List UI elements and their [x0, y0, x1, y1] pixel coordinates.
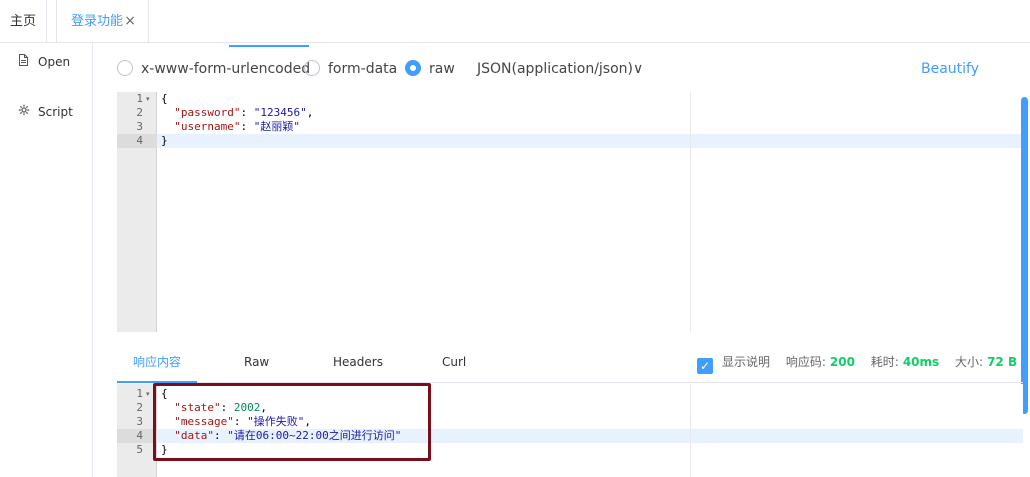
time-value: 40ms	[902, 355, 940, 369]
line-number: 1	[136, 92, 143, 105]
line-number: 5	[136, 443, 143, 456]
radio-circle[interactable]	[304, 60, 320, 76]
status-code-value: 200	[829, 355, 855, 369]
sidebar-item-script[interactable]: Script	[18, 102, 73, 122]
tab-login[interactable]: 登录功能 ×	[56, 0, 149, 44]
tab-curl[interactable]: Curl	[442, 342, 466, 383]
line-number: 4	[136, 134, 143, 147]
request-body-editor[interactable]: 1 ▾ 2 3 4 { "password": "123456", "usern…	[117, 92, 1023, 332]
status-code-label: 响应码:	[785, 355, 826, 369]
body-tab-indicator	[229, 45, 309, 47]
radio-raw[interactable]: raw	[405, 58, 455, 80]
close-icon[interactable]: ×	[124, 0, 136, 43]
sidebar-item-open[interactable]: Open	[18, 52, 70, 72]
code-line: {	[161, 92, 168, 105]
show-desc-checkbox[interactable]: ✓	[697, 358, 713, 374]
line-number: 4	[136, 429, 143, 442]
active-line-highlight	[157, 134, 1023, 148]
tab-login-label: 登录功能	[71, 14, 124, 29]
show-desc-label: 显示说明	[722, 355, 771, 369]
beautify-button[interactable]: Beautify	[921, 58, 979, 80]
radio-label: raw	[429, 61, 455, 77]
radio-circle-checked[interactable]	[405, 60, 421, 76]
content-type-select[interactable]: JSON(application/json)∨	[477, 58, 643, 80]
file-icon	[18, 52, 32, 72]
line-number: 2	[136, 106, 143, 119]
line-number: 1	[136, 387, 143, 400]
print-margin	[690, 92, 691, 332]
tab-response-content[interactable]: 响应内容	[133, 342, 181, 383]
line-number: 3	[136, 120, 143, 133]
radio-circle[interactable]	[117, 60, 133, 76]
size-value: 72 B	[987, 355, 1018, 369]
sidebar: Open Script	[0, 43, 93, 477]
time-label: 耗时:	[870, 355, 899, 369]
response-meta: ✓ 显示说明 响应码: 200 耗时: 40ms 大小: 72 B	[697, 342, 1017, 383]
tab-headers[interactable]: Headers	[333, 342, 383, 383]
response-tabs: 响应内容 Raw Headers Curl ✓ 显示说明 响应码: 200 耗时: 4…	[117, 342, 1023, 383]
script-icon	[18, 102, 32, 122]
radio-label: x-www-form-urlencoded	[141, 61, 311, 77]
fold-icon[interactable]: ▾	[146, 92, 154, 106]
line-number: 2	[136, 401, 143, 414]
chevron-down-icon: ∨	[633, 61, 644, 77]
tab-raw[interactable]: Raw	[244, 342, 269, 383]
code-line: "username": "赵丽颖"	[174, 120, 300, 133]
sidebar-item-label: Script	[38, 105, 73, 119]
radio-urlencoded[interactable]: x-www-form-urlencoded	[117, 58, 310, 80]
sidebar-item-label: Open	[38, 55, 71, 69]
print-margin	[690, 384, 691, 477]
annotation-highlight-box	[153, 383, 431, 461]
code-line: }	[161, 134, 168, 147]
content-type-label: JSON(application/json)	[477, 61, 633, 77]
radio-label: form-data	[328, 61, 398, 77]
tab-bar: 主页 登录功能 ×	[0, 0, 1030, 44]
tab-home[interactable]: 主页	[0, 0, 47, 43]
body-type-options: x-www-form-urlencoded form-data raw JSON…	[117, 58, 997, 80]
line-number: 3	[136, 415, 143, 428]
radio-form-data[interactable]: form-data	[304, 58, 397, 80]
size-label: 大小:	[955, 355, 984, 369]
code-line: "password": "123456",	[174, 106, 314, 119]
